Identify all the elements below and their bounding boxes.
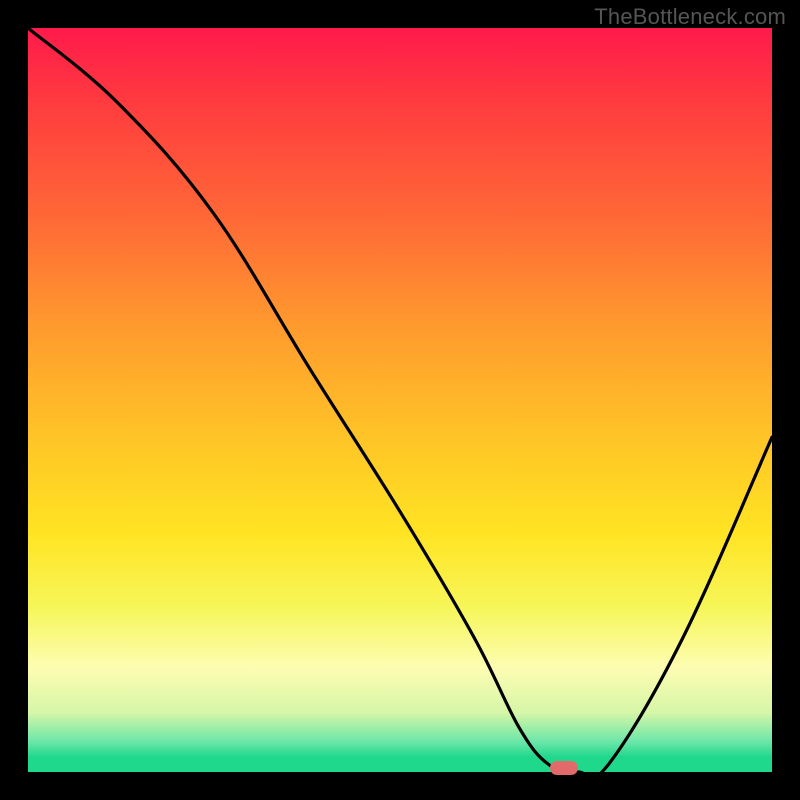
optimal-point-marker xyxy=(550,761,578,775)
chart-plot-area xyxy=(28,28,772,772)
watermark-text: TheBottleneck.com xyxy=(594,4,786,30)
chart-stage: TheBottleneck.com xyxy=(0,0,800,800)
chart-curve-svg xyxy=(28,28,772,772)
bottleneck-curve-path xyxy=(28,28,772,772)
